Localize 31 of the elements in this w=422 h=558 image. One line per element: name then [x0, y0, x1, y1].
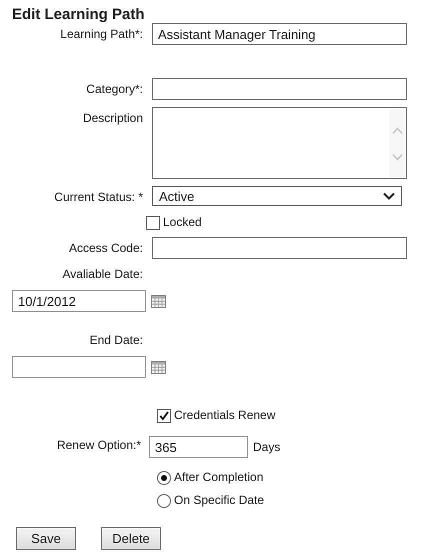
field-label: Access Code:: [68, 241, 143, 255]
calendar-icon[interactable]: [151, 294, 166, 308]
calendar-icon[interactable]: [151, 360, 166, 374]
field-label: Credentials Renew: [174, 408, 276, 423]
field-label: Avaliable Date:: [62, 267, 143, 281]
field-label: Learning Path*:: [59, 27, 143, 41]
checkbox[interactable]: [157, 408, 171, 422]
field-label: Renew Option:*: [56, 438, 141, 452]
field-label: End Date:: [88, 333, 143, 347]
field-label: Current Status: *: [53, 190, 143, 204]
form-button[interactable]: Delete: [101, 527, 161, 550]
radio-button[interactable]: [157, 470, 171, 484]
date-field[interactable]: 10/1/2012: [12, 290, 146, 312]
field-label: After Completion: [174, 470, 264, 485]
date-field[interactable]: [12, 356, 146, 378]
text-field[interactable]: [152, 237, 407, 259]
radio-button[interactable]: [157, 494, 171, 508]
field-label: On Specific Date: [174, 493, 264, 508]
text-field[interactable]: Assistant Manager Training: [152, 23, 407, 45]
form-button[interactable]: Save: [16, 527, 76, 550]
text-field[interactable]: [152, 78, 407, 100]
text-area[interactable]: [152, 107, 407, 179]
field-label: Locked: [163, 215, 202, 230]
status-dropdown[interactable]: Active: [152, 186, 402, 206]
field-label: Category*:: [85, 82, 143, 96]
checkbox[interactable]: [146, 216, 160, 230]
form-title: Edit Learning Path: [12, 6, 146, 23]
number-field[interactable]: 365: [149, 436, 248, 458]
unit-label: Days: [253, 440, 280, 454]
field-label: Description: [82, 111, 143, 125]
chevron-down-icon: [383, 192, 395, 200]
